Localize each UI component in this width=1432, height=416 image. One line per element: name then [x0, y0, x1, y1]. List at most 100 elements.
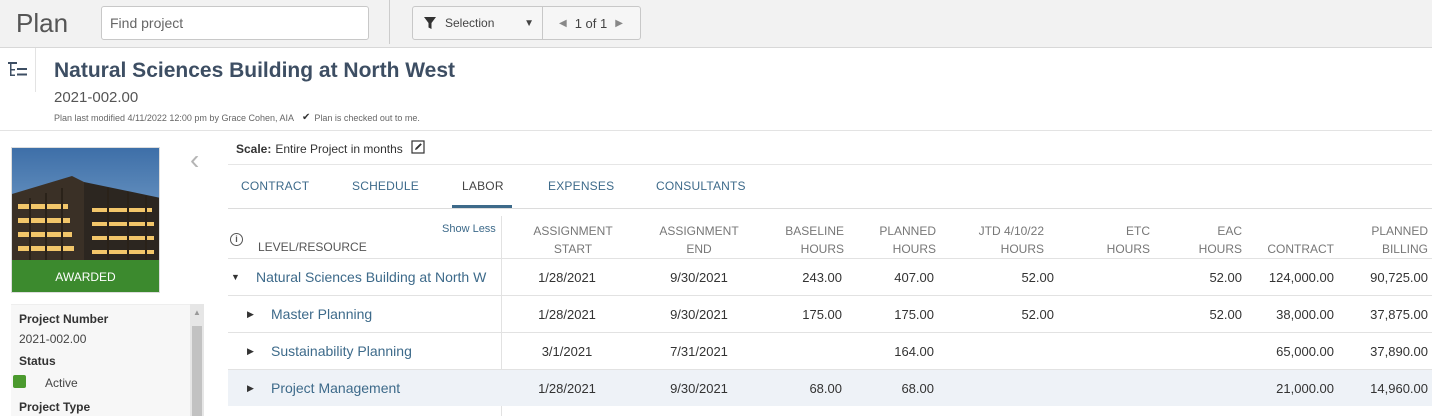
cell-jtd-hours: 52.00 — [1021, 307, 1054, 322]
project-header: Natural Sciences Building at North West … — [0, 48, 1432, 131]
scale-label: Scale: — [236, 141, 272, 156]
pager: ◀ 1 of 1 ▶ — [543, 16, 631, 31]
cell-jtd-hours: 52.00 — [1021, 270, 1054, 285]
header-line: BASELINE — [785, 224, 844, 238]
cell-eac-hours: 52.00 — [1209, 307, 1242, 322]
cell-planned-billing: 90,725.00 — [1370, 270, 1428, 285]
project-number: 2021-002.00 — [54, 89, 139, 106]
find-project-input[interactable] — [101, 6, 369, 40]
cell-assignment-start: 1/28/2021 — [538, 307, 596, 322]
field-label-project-type: Project Type — [19, 400, 91, 414]
header-line: BILLING — [1381, 242, 1428, 256]
tree-view-button[interactable] — [0, 48, 36, 92]
cell-baseline-hours: 175.00 — [802, 307, 842, 322]
divider — [228, 164, 1432, 165]
header-line: HOURS — [800, 242, 844, 256]
cell-assignment-end: 9/30/2021 — [670, 381, 728, 396]
column-header-jtd-hours[interactable]: JTD 4/10/22 HOURS — [960, 222, 1044, 258]
project-sidebar: AWARDED ‹ Project Number 2021-002.00 Sta… — [0, 132, 226, 416]
column-header-baseline-hours[interactable]: BASELINE HOURS — [760, 222, 844, 258]
header-line: PLANNED — [1371, 224, 1428, 238]
tab-contract[interactable]: CONTRACT — [241, 179, 309, 193]
cell-baseline-hours: 243.00 — [802, 270, 842, 285]
collapse-panel-icon[interactable]: ‹ — [190, 144, 199, 176]
cell-eac-hours: 52.00 — [1209, 270, 1242, 285]
cell-contract: 65,000.00 — [1276, 344, 1334, 359]
field-label-status: Status — [19, 354, 56, 368]
field-label-project-number: Project Number — [19, 312, 109, 326]
tab-expenses[interactable]: EXPENSES — [548, 179, 614, 193]
top-bar: Plan Selection ▼ ◀ 1 of 1 ▶ — [0, 0, 1432, 48]
expand-row-icon[interactable]: ▶ — [247, 309, 254, 320]
cell-planned-hours: 407.00 — [894, 270, 934, 285]
next-icon[interactable]: ▶ — [607, 18, 631, 29]
cell-assignment-start: 1/28/2021 — [538, 270, 596, 285]
header-line: JTD 4/10/22 — [978, 224, 1044, 238]
column-header-etc-hours[interactable]: ETC HOURS — [1066, 222, 1150, 258]
column-header-contract[interactable]: CONTRACT — [1250, 222, 1334, 258]
header-line: START — [553, 242, 593, 256]
header-line: HOURS — [1106, 242, 1150, 256]
row-name[interactable]: Master Planning — [271, 306, 491, 322]
cell-assignment-start: 1/28/2021 — [538, 381, 596, 396]
tab-labor[interactable]: LABOR — [462, 179, 504, 193]
cell-baseline-hours: 68.00 — [809, 381, 842, 396]
info-scrollbar[interactable]: ▲ — [190, 304, 204, 416]
column-header-assignment-end[interactable]: ASSIGNMENT END — [646, 222, 752, 258]
app-title: Plan — [16, 8, 69, 38]
column-header-planned-hours[interactable]: PLANNED HOURS — [852, 222, 936, 258]
header-line: END — [686, 242, 712, 256]
checkout-status: Plan is checked out to me. — [314, 112, 420, 123]
collapse-row-icon[interactable]: ▼ — [231, 272, 240, 282]
project-title: Natural Sciences Building at North West — [54, 59, 456, 82]
scroll-thumb[interactable] — [192, 326, 202, 416]
show-less-link[interactable]: Show Less — [442, 223, 496, 235]
project-info-panel: Project Number 2021-002.00 Status Active… — [11, 304, 204, 416]
project-photo: AWARDED — [11, 147, 160, 293]
field-value-status: Active — [45, 376, 78, 390]
chevron-down-icon: ▼ — [524, 17, 534, 29]
tree-view-icon — [7, 62, 27, 76]
selection-control: Selection ▼ ◀ 1 of 1 ▶ — [412, 6, 641, 40]
table-row[interactable]: ▶ Project Management 1/28/2021 9/30/2021… — [228, 369, 1432, 406]
scale-value: Entire Project in months — [275, 141, 403, 156]
row-name[interactable]: Natural Sciences Building at North W — [256, 269, 488, 285]
header-line: HOURS — [1000, 242, 1044, 256]
expand-row-icon[interactable]: ▶ — [247, 383, 254, 394]
cell-contract: 38,000.00 — [1276, 307, 1334, 322]
cell-planned-billing: 14,960.00 — [1370, 381, 1428, 396]
column-header-planned-billing[interactable]: PLANNED BILLING — [1342, 222, 1428, 258]
selection-dropdown[interactable]: Selection ▼ — [413, 7, 543, 39]
edit-scale-icon[interactable] — [411, 140, 425, 157]
column-header-eac-hours[interactable]: EAC HOURS — [1160, 222, 1242, 258]
tab-consultants[interactable]: CONSULTANTS — [656, 179, 746, 193]
cell-assignment-end: 7/31/2021 — [670, 344, 728, 359]
column-header-assignment-start[interactable]: ASSIGNMENT START — [520, 222, 626, 258]
tab-schedule[interactable]: SCHEDULE — [352, 179, 419, 193]
pager-text: 1 of 1 — [574, 15, 608, 31]
scale-bar: Scale: Entire Project in months — [236, 140, 425, 157]
header-line: ASSIGNMENT — [659, 224, 739, 238]
selection-label: Selection — [445, 16, 495, 30]
scroll-up-icon[interactable]: ▲ — [190, 308, 204, 317]
cell-assignment-start: 3/1/2021 — [541, 344, 593, 359]
previous-icon[interactable]: ◀ — [551, 18, 575, 29]
expand-row-icon[interactable]: ▶ — [247, 346, 254, 357]
header-line — [1250, 222, 1334, 240]
cell-planned-hours: 68.00 — [901, 381, 934, 396]
row-name[interactable]: Sustainability Planning — [271, 343, 491, 359]
table-row[interactable]: ▼ Natural Sciences Building at North W 1… — [228, 258, 1432, 295]
check-icon: ✔ — [301, 112, 311, 123]
plan-modified-text: Plan last modified 4/11/2022 12:00 pm by… — [54, 112, 294, 123]
row-name[interactable]: Project Management — [271, 380, 491, 396]
header-line: ETC — [1126, 224, 1150, 238]
header-line: PLANNED — [879, 224, 936, 238]
cell-contract: 21,000.00 — [1276, 381, 1334, 396]
header-line: HOURS — [892, 242, 936, 256]
table-row[interactable]: ▶ Master Planning 1/28/2021 9/30/2021 17… — [228, 295, 1432, 332]
cell-planned-billing: 37,875.00 — [1370, 307, 1428, 322]
info-icon[interactable]: i — [230, 233, 243, 246]
table-row[interactable]: ▶ Sustainability Planning 3/1/2021 7/31/… — [228, 332, 1432, 369]
status-active-icon — [13, 375, 26, 388]
cell-planned-billing: 37,890.00 — [1370, 344, 1428, 359]
